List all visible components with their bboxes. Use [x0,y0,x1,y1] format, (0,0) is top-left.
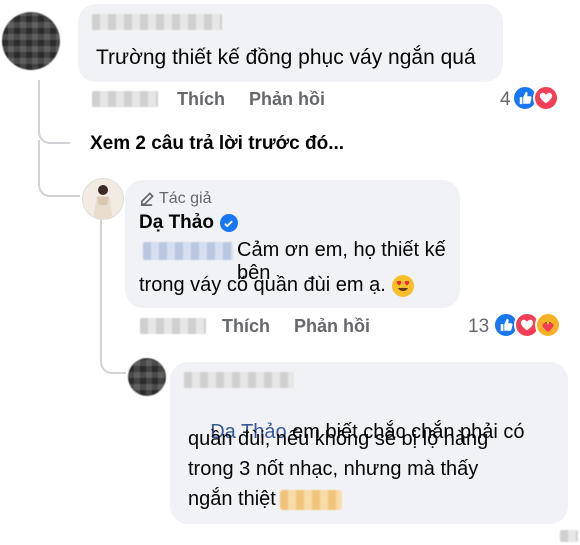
love-reaction-icon[interactable] [533,85,559,111]
reply-text-line4: ngắn thiệt [188,488,276,510]
reply-action[interactable]: Phản hồi [249,89,325,110]
heart-eyes-emoji [391,274,414,297]
comment-time-blurred [92,91,158,107]
author-reply-action[interactable]: Phản hồi [294,316,370,337]
author-reaction-count[interactable]: 13 [468,316,489,338]
pen-icon [140,191,154,206]
reply-text-line4-row: ngắn thiệt [188,488,342,511]
commenter-name-blurred[interactable] [92,14,222,30]
commenter-avatar[interactable] [2,12,60,70]
thread-line-main [38,80,70,144]
reply-text-line2: quần đùi, nếu không sẽ bị lộ hàng [188,428,489,450]
author-badge-label: Tác giả [159,190,212,207]
author-avatar[interactable] [82,178,124,220]
author-reply-bubble: Tác giả Dạ Thảo Cảm ơn em, họ thiết kế b… [125,180,460,308]
view-previous-replies-link[interactable]: Xem 2 câu trả lời trước đó... [90,133,344,155]
author-care-reaction-icon[interactable] [535,312,561,338]
author-name[interactable]: Dạ Thảo [139,212,214,234]
author-reply-text-line2: trong váy có quần đùi em ạ. [139,274,386,296]
reply-text-line3: trong 3 nốt nhạc, nhưng mà thấy [188,458,479,480]
reply-time-blurred [560,530,578,542]
author-like-action[interactable]: Thích [222,316,270,337]
thread-line-child-end [100,332,126,374]
replier-name-blurred[interactable] [184,372,294,388]
author-reply-text-line2-row: trong váy có quần đùi em ạ. [139,274,414,297]
author-reply-time-blurred [140,318,206,334]
comment-bubble: Trường thiết kế đồng phục váy ngắn quá [78,4,503,82]
thread-line-author [38,140,80,197]
verified-badge-icon [219,214,238,232]
mention-blurred[interactable] [143,242,233,260]
replier-avatar[interactable] [128,358,166,396]
author-name-row[interactable]: Dạ Thảo [139,212,238,234]
reaction-count[interactable]: 4 [500,89,511,111]
reply-bubble: Dạ Thảo em biết chắc chắn phải có quần đ… [170,362,568,524]
emoji-blurred [279,489,342,510]
comment-text: Trường thiết kế đồng phục váy ngắn quá [96,46,476,69]
like-action[interactable]: Thích [177,89,225,110]
author-badge: Tác giả [139,190,211,208]
